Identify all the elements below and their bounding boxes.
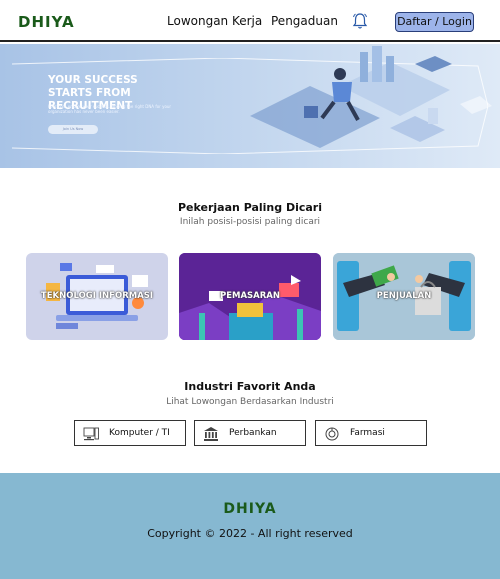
industry-section-title: Industri Favorit Anda xyxy=(184,380,316,393)
footer: DHIYA Copyright © 2022 - All right reser… xyxy=(0,473,500,579)
nav-lowongan-kerja[interactable]: Lowongan Kerja xyxy=(167,14,262,28)
header: DHIYA Lowongan Kerja Pengaduan Daftar / … xyxy=(0,0,500,42)
bell-icon[interactable] xyxy=(352,12,368,30)
login-button[interactable]: Daftar / Login xyxy=(395,12,474,32)
hero-title-line-1: YOUR SUCCESS xyxy=(48,74,138,86)
computer-icon xyxy=(83,427,99,441)
hero-illustration xyxy=(250,46,492,148)
industry-button-farmasi[interactable]: Farmasi xyxy=(315,420,427,446)
nav-pengaduan[interactable]: Pengaduan xyxy=(271,14,338,28)
industry-button-komputer[interactable]: Komputer / TI xyxy=(74,420,186,446)
industry-section-subtitle: Lihat Lowongan Berdasarkan Industri xyxy=(166,397,334,407)
logo[interactable]: DHIYA xyxy=(18,13,75,31)
job-card-label: PEMASARAN xyxy=(219,291,280,301)
job-card-label: PENJUALAN xyxy=(376,291,432,301)
hero-description: Kerz.com ensure your success. Finding th… xyxy=(48,104,172,114)
job-card-teknologi-informasi[interactable]: TEKNOLOGI INFORMASI xyxy=(26,253,168,340)
job-card-label: TEKNOLOGI INFORMASI xyxy=(40,291,154,301)
hero-cta-button[interactable]: Join Us Now xyxy=(48,125,98,134)
job-card-pemasaran[interactable]: PEMASARAN xyxy=(179,253,321,340)
jobs-section-subtitle: Inilah posisi-posisi paling dicari xyxy=(179,217,321,227)
footer-copyright: Copyright © 2022 - All right reserved xyxy=(147,527,353,540)
industry-button-perbankan[interactable]: Perbankan xyxy=(194,420,306,446)
industry-label: Perbankan xyxy=(229,428,277,438)
industry-label: Komputer / TI xyxy=(109,428,170,438)
jobs-section-title: Pekerjaan Paling Dicari xyxy=(177,201,322,214)
job-card-penjualan[interactable]: PENJUALAN xyxy=(333,253,475,340)
footer-logo: DHIYA xyxy=(223,501,277,517)
pharmacy-icon xyxy=(325,427,339,441)
bank-icon xyxy=(204,427,218,441)
hero-banner: YOUR SUCCESS STARTS FROM RECRUITMENT Ker… xyxy=(0,44,500,168)
industry-label: Farmasi xyxy=(350,428,385,438)
